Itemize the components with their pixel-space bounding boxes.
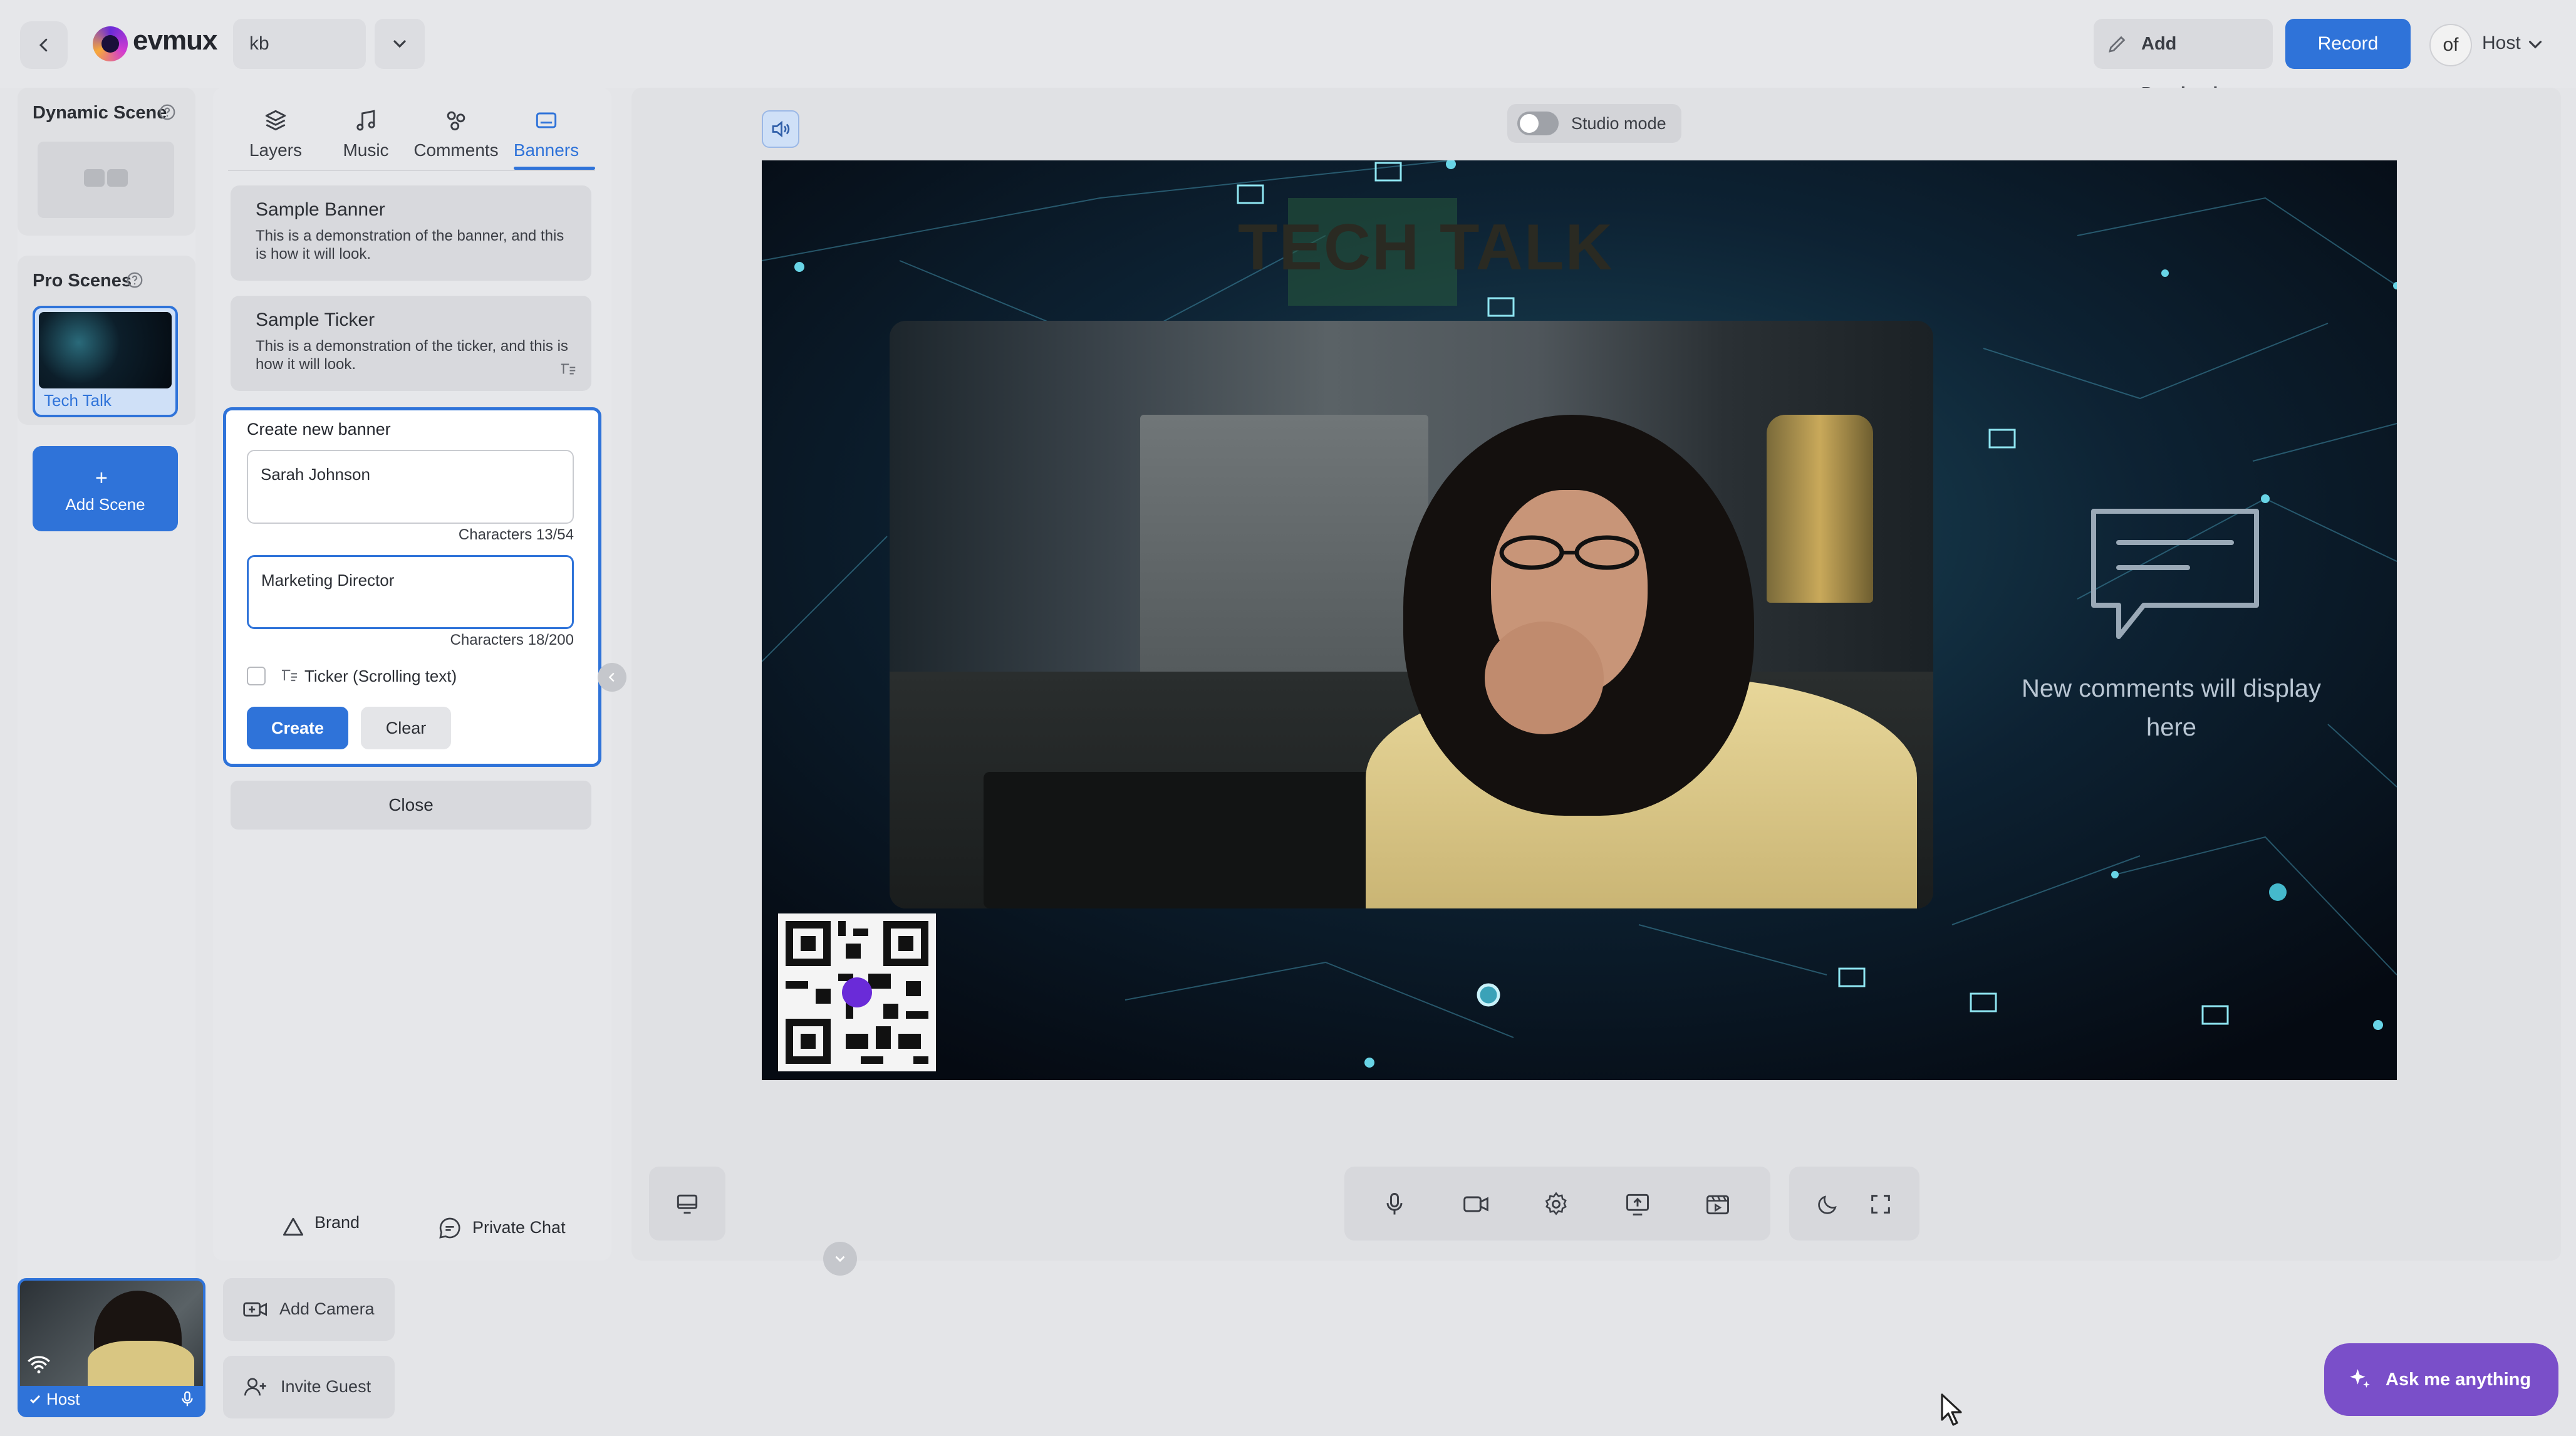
- close-button[interactable]: Close: [231, 781, 591, 830]
- banner-name-field[interactable]: Sarah Johnson: [247, 450, 574, 524]
- split-layout-icon: [83, 165, 129, 190]
- avatar[interactable]: of: [2429, 24, 2472, 66]
- add-camera-icon: [242, 1297, 269, 1322]
- host-tile-label: Host: [46, 1390, 80, 1408]
- create-banner-title: Create new banner: [247, 420, 391, 439]
- tab-music[interactable]: Music: [322, 107, 410, 169]
- tab-layers[interactable]: Layers: [232, 107, 319, 169]
- monitor-icon: [677, 1194, 698, 1214]
- layers-icon: [262, 107, 289, 134]
- comments-icon: [442, 107, 470, 134]
- brand-name: evmux: [133, 25, 217, 56]
- expand-down-button[interactable]: [823, 1242, 857, 1276]
- banner-title: Sample Banner: [256, 199, 385, 220]
- comments-placeholder-line: here: [2146, 714, 2197, 741]
- comment-bubble-icon: [2091, 509, 2259, 639]
- add-camera-label: Add Camera: [279, 1299, 375, 1318]
- add-scene-label: Add Scene: [65, 495, 145, 514]
- studio-dropdown-button[interactable]: [375, 19, 425, 69]
- dark-mode-moon-icon[interactable]: [1812, 1188, 1844, 1220]
- subtitle-char-count: Characters 18/200: [450, 632, 574, 648]
- tab-divider: [228, 170, 595, 171]
- tab-label: Comments: [413, 140, 499, 160]
- banner-title: Sample Ticker: [256, 310, 375, 330]
- tab-label: Music: [343, 140, 389, 160]
- banner-description: This is a demonstration of the ticker, a…: [256, 338, 568, 373]
- banner-subtitle-field[interactable]: Marketing Director: [247, 555, 574, 629]
- plus-icon: +: [95, 466, 108, 490]
- settings-gear-icon[interactable]: [1540, 1188, 1572, 1220]
- pro-scenes-title: Pro Scenes: [33, 271, 132, 291]
- add-user-icon: [242, 1375, 269, 1400]
- microphone-icon[interactable]: [178, 1390, 197, 1408]
- share-screen-icon[interactable]: [1621, 1188, 1654, 1220]
- sparkle-icon: [2347, 1366, 2373, 1392]
- studio-name-field[interactable]: kb: [233, 19, 366, 69]
- view-controls: [1789, 1167, 1919, 1241]
- host-thumb-body: [88, 1341, 194, 1391]
- ticker-icon: [559, 361, 578, 377]
- create-button[interactable]: Create: [247, 707, 348, 749]
- help-icon[interactable]: [125, 271, 145, 291]
- back-button[interactable]: [20, 21, 68, 69]
- screen-layout-button[interactable]: [649, 1167, 725, 1241]
- banner-description: This is a demonstration of the banner, a…: [256, 227, 564, 263]
- host-video-feed[interactable]: [890, 321, 1933, 908]
- banner-item[interactable]: Sample Banner This is a demonstration of…: [231, 185, 591, 281]
- pencil-icon: [2106, 33, 2129, 55]
- tab-label: Layers: [249, 140, 303, 160]
- wifi-signal-icon: [26, 1353, 51, 1376]
- mouse-cursor-icon: [1940, 1392, 1967, 1427]
- checkmark-icon: [28, 1392, 43, 1407]
- collapse-panel-button[interactable]: [598, 663, 626, 692]
- brand-icon: [279, 1214, 307, 1239]
- camera-icon[interactable]: [1460, 1188, 1492, 1220]
- microphone-icon[interactable]: [1378, 1188, 1411, 1220]
- record-button[interactable]: Record: [2285, 19, 2411, 69]
- glasses: [1499, 535, 1639, 570]
- studio-mode-label: Studio mode: [1571, 114, 1666, 133]
- person-hands: [1485, 622, 1604, 734]
- brand-button[interactable]: Brand: [314, 1213, 360, 1232]
- private-chat-button[interactable]: Private Chat: [472, 1218, 566, 1237]
- scene-label: Tech Talk: [44, 391, 112, 410]
- volume-button[interactable]: [762, 110, 799, 148]
- tab-banners[interactable]: Banners: [502, 107, 590, 169]
- ticker-label: Ticker (Scrolling text): [304, 667, 457, 685]
- evmux-logo-icon: [93, 26, 128, 61]
- host-name[interactable]: Host: [2482, 33, 2521, 54]
- invite-guest-label: Invite Guest: [281, 1377, 371, 1396]
- bg-lamp: [1767, 415, 1873, 603]
- tab-label: Banners: [513, 140, 579, 160]
- speaker-icon: [772, 120, 790, 138]
- chevron-down-icon: [393, 40, 406, 48]
- toggle-knob: [1520, 114, 1539, 133]
- scene-preview-image: [39, 312, 172, 388]
- ticker-checkbox[interactable]: [247, 667, 266, 685]
- media-playlist-icon[interactable]: [1701, 1188, 1734, 1220]
- name-char-count: Characters 13/54: [458, 526, 574, 543]
- qr-code: [778, 913, 936, 1071]
- chevron-left-icon: [608, 672, 615, 682]
- comments-placeholder: New comments will display here: [1990, 669, 2353, 747]
- clear-button[interactable]: Clear: [361, 707, 451, 749]
- fullscreen-icon[interactable]: [1864, 1188, 1897, 1220]
- music-icon: [352, 107, 380, 134]
- banner-icon: [532, 107, 560, 134]
- stage-canvas[interactable]: TECH TALK New comments will display here: [762, 160, 2397, 1080]
- comments-placeholder-line: New comments will display: [2022, 675, 2321, 702]
- ticker-item[interactable]: Sample Ticker This is a demonstration of…: [231, 296, 591, 391]
- help-icon[interactable]: [158, 103, 178, 123]
- dynamic-scene-title: Dynamic Scene: [33, 103, 167, 123]
- ticker-icon: [279, 667, 299, 684]
- chevron-down-icon: [835, 1256, 845, 1262]
- tab-comments[interactable]: Comments: [412, 107, 500, 169]
- overlay-title: TECH TALK: [1238, 211, 1614, 284]
- chevron-down-icon[interactable]: [2525, 34, 2546, 55]
- ask-me-anything-label: Ask me anything: [2386, 1370, 2532, 1390]
- chevron-left-icon: [39, 38, 48, 52]
- active-tab-indicator: [514, 167, 595, 170]
- chat-icon: [437, 1215, 462, 1241]
